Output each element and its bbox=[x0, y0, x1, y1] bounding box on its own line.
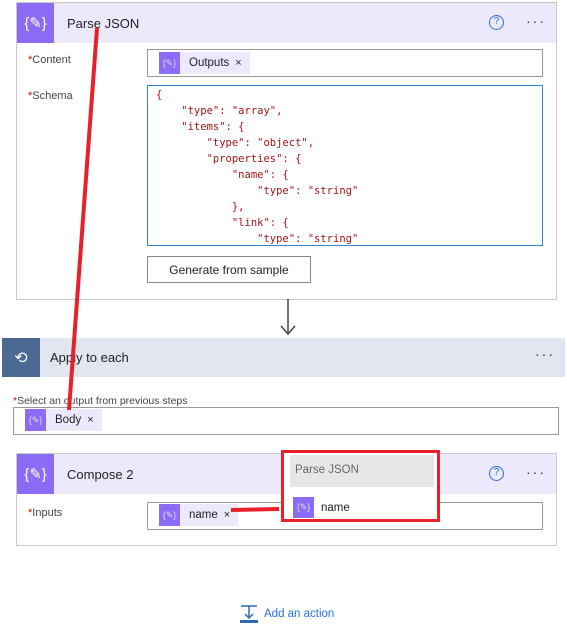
annotation-line-body bbox=[67, 27, 99, 411]
annotation-line-name bbox=[230, 507, 280, 512]
add-action-icon bbox=[240, 605, 258, 623]
add-action-button[interactable]: Add an action bbox=[240, 604, 334, 624]
annotation-lines bbox=[67, 27, 280, 512]
